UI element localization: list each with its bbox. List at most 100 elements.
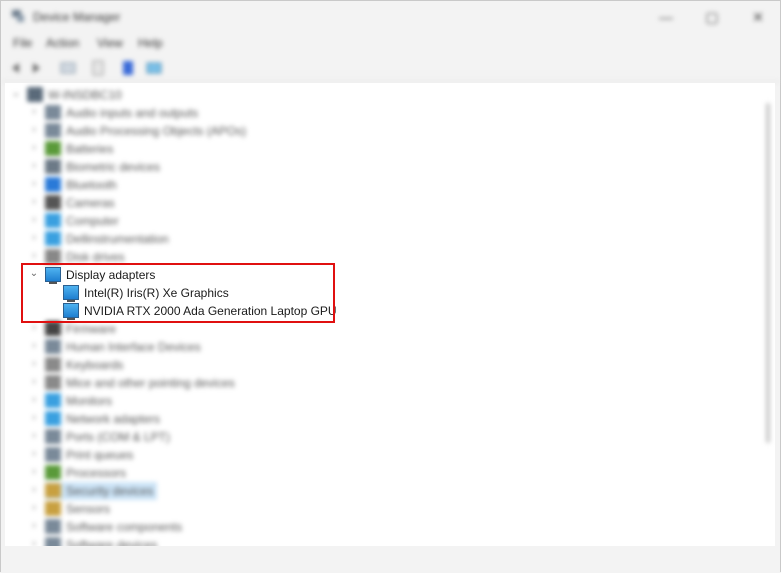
- chevron-down-icon[interactable]: ⌄: [11, 89, 21, 99]
- security-icon: [45, 483, 61, 498]
- tree-category[interactable]: › Dellinstrumentation: [5, 230, 765, 248]
- chevron-right-icon[interactable]: ›: [29, 359, 39, 369]
- tree-item-label: Network adapters: [66, 412, 161, 426]
- keyboard-icon: [45, 357, 61, 372]
- disk-icon: [45, 249, 61, 264]
- tree-category[interactable]: › Keyboards: [5, 356, 765, 374]
- menu-help[interactable]: Help: [138, 36, 163, 50]
- help-icon[interactable]: [119, 59, 137, 77]
- menu-bar: File Action View Help: [1, 33, 780, 53]
- menu-action[interactable]: Action: [46, 36, 79, 50]
- chevron-right-icon[interactable]: ›: [29, 215, 39, 225]
- camera-icon: [45, 195, 61, 210]
- tree-item-label: Firmware: [66, 322, 116, 336]
- chevron-right-icon[interactable]: ›: [29, 143, 39, 153]
- chevron-right-icon[interactable]: ›: [29, 179, 39, 189]
- close-button[interactable]: ✕: [735, 1, 781, 33]
- tree-item-label: Security devices: [66, 484, 154, 498]
- tree-item-label: Software components: [66, 520, 183, 534]
- properties-icon[interactable]: [89, 59, 107, 77]
- tree-category[interactable]: › Print queues: [5, 446, 765, 464]
- chevron-right-icon[interactable]: ›: [29, 431, 39, 441]
- fingerprint-icon: [45, 159, 61, 174]
- chevron-right-icon[interactable]: ›: [29, 197, 39, 207]
- tree-category[interactable]: › Security devices: [5, 482, 765, 500]
- menu-view[interactable]: View: [97, 36, 123, 50]
- computer-icon: [27, 87, 43, 102]
- tree-item-label: Cameras: [66, 196, 115, 210]
- scan-hardware-icon[interactable]: [145, 59, 163, 77]
- chevron-right-icon[interactable]: ›: [29, 107, 39, 117]
- tree-category[interactable]: › Biometric devices: [5, 158, 765, 176]
- chevron-right-icon[interactable]: ›: [29, 251, 39, 261]
- port-icon: [45, 429, 61, 444]
- tree-category[interactable]: › Processors: [5, 464, 765, 482]
- chevron-right-icon[interactable]: ›: [29, 323, 39, 333]
- tree-category[interactable]: › Computer: [5, 212, 765, 230]
- chevron-right-icon[interactable]: ›: [29, 503, 39, 513]
- chevron-right-icon[interactable]: ›: [29, 341, 39, 351]
- toolbar: [1, 55, 780, 82]
- title-bar: Device Manager — ▢ ✕: [1, 1, 780, 33]
- tree-category[interactable]: › Mice and other pointing devices: [5, 374, 765, 392]
- tree-item-label: Print queues: [66, 448, 134, 462]
- chevron-right-icon[interactable]: ›: [29, 161, 39, 171]
- maximize-button[interactable]: ▢: [689, 1, 735, 33]
- tree-category[interactable]: › Ports (COM & LPT): [5, 428, 765, 446]
- tree-item-label: Bluetooth: [66, 178, 117, 192]
- component-icon: [45, 537, 61, 546]
- tree-item-label: Dellinstrumentation: [66, 232, 169, 246]
- tree-item-label: W-INSDBC10: [48, 88, 122, 102]
- chevron-right-icon[interactable]: ›: [29, 395, 39, 405]
- tree-item-label: Audio Processing Objects (APOs): [66, 124, 247, 138]
- tree-item-label: Sensors: [66, 502, 111, 516]
- tree-category[interactable]: › Sensors: [5, 500, 765, 518]
- speaker-icon: [45, 123, 61, 138]
- device-manager-app-icon: [12, 10, 24, 22]
- tree-item-label: Monitors: [66, 394, 113, 408]
- minimize-button[interactable]: —: [643, 1, 689, 33]
- tree-category[interactable]: › Batteries: [5, 140, 765, 158]
- chevron-right-icon[interactable]: ›: [29, 377, 39, 387]
- window-title: Device Manager: [33, 10, 121, 24]
- tree-category[interactable]: › Bluetooth: [5, 176, 765, 194]
- chevron-right-icon[interactable]: ›: [29, 233, 39, 243]
- tree-item-label: Audio inputs and outputs: [66, 106, 199, 120]
- chevron-right-icon[interactable]: ›: [29, 539, 39, 547]
- tree-category[interactable]: › Software devices: [5, 536, 765, 546]
- chevron-right-icon[interactable]: ›: [29, 125, 39, 135]
- tree-root[interactable]: ⌄ W-INSDBC10: [5, 86, 765, 104]
- tree-category[interactable]: › Monitors: [5, 392, 765, 410]
- tree-item-label: Processors: [66, 466, 127, 480]
- scrollbar-thumb[interactable]: [766, 103, 770, 443]
- tree-category[interactable]: › Audio inputs and outputs: [5, 104, 765, 122]
- tree-category[interactable]: › Cameras: [5, 194, 765, 212]
- display-adapters-highlight: [21, 263, 335, 323]
- sensor-icon: [45, 501, 61, 516]
- chevron-right-icon[interactable]: ›: [29, 521, 39, 531]
- show-hide-console-tree-icon[interactable]: [59, 59, 77, 77]
- vertical-scrollbar[interactable]: [764, 89, 772, 539]
- tree-category[interactable]: › Human Interface Devices: [5, 338, 765, 356]
- chevron-right-icon[interactable]: ›: [29, 485, 39, 495]
- tree-category[interactable]: › Software components: [5, 518, 765, 536]
- tree-item-label: Computer: [66, 214, 119, 228]
- bluetooth-icon: [45, 177, 61, 192]
- tree-item-label: Batteries: [66, 142, 114, 156]
- chevron-right-icon[interactable]: ›: [29, 449, 39, 459]
- tree-category[interactable]: › Audio Processing Objects (APOs): [5, 122, 765, 140]
- printer-icon: [45, 447, 61, 462]
- chevron-right-icon[interactable]: ›: [29, 467, 39, 477]
- tree-category[interactable]: › Network adapters: [5, 410, 765, 428]
- menu-file[interactable]: File: [13, 36, 32, 50]
- tree-item-label: Disk drives: [66, 250, 125, 264]
- chip-icon: [45, 321, 61, 336]
- component-icon: [45, 519, 61, 534]
- tree-item-label: Biometric devices: [66, 160, 161, 174]
- computer-icon: [45, 213, 61, 228]
- mouse-icon: [45, 375, 61, 390]
- speaker-icon: [45, 105, 61, 120]
- chevron-right-icon[interactable]: ›: [29, 413, 39, 423]
- forward-arrow-icon[interactable]: [27, 59, 45, 77]
- back-arrow-icon[interactable]: [7, 59, 25, 77]
